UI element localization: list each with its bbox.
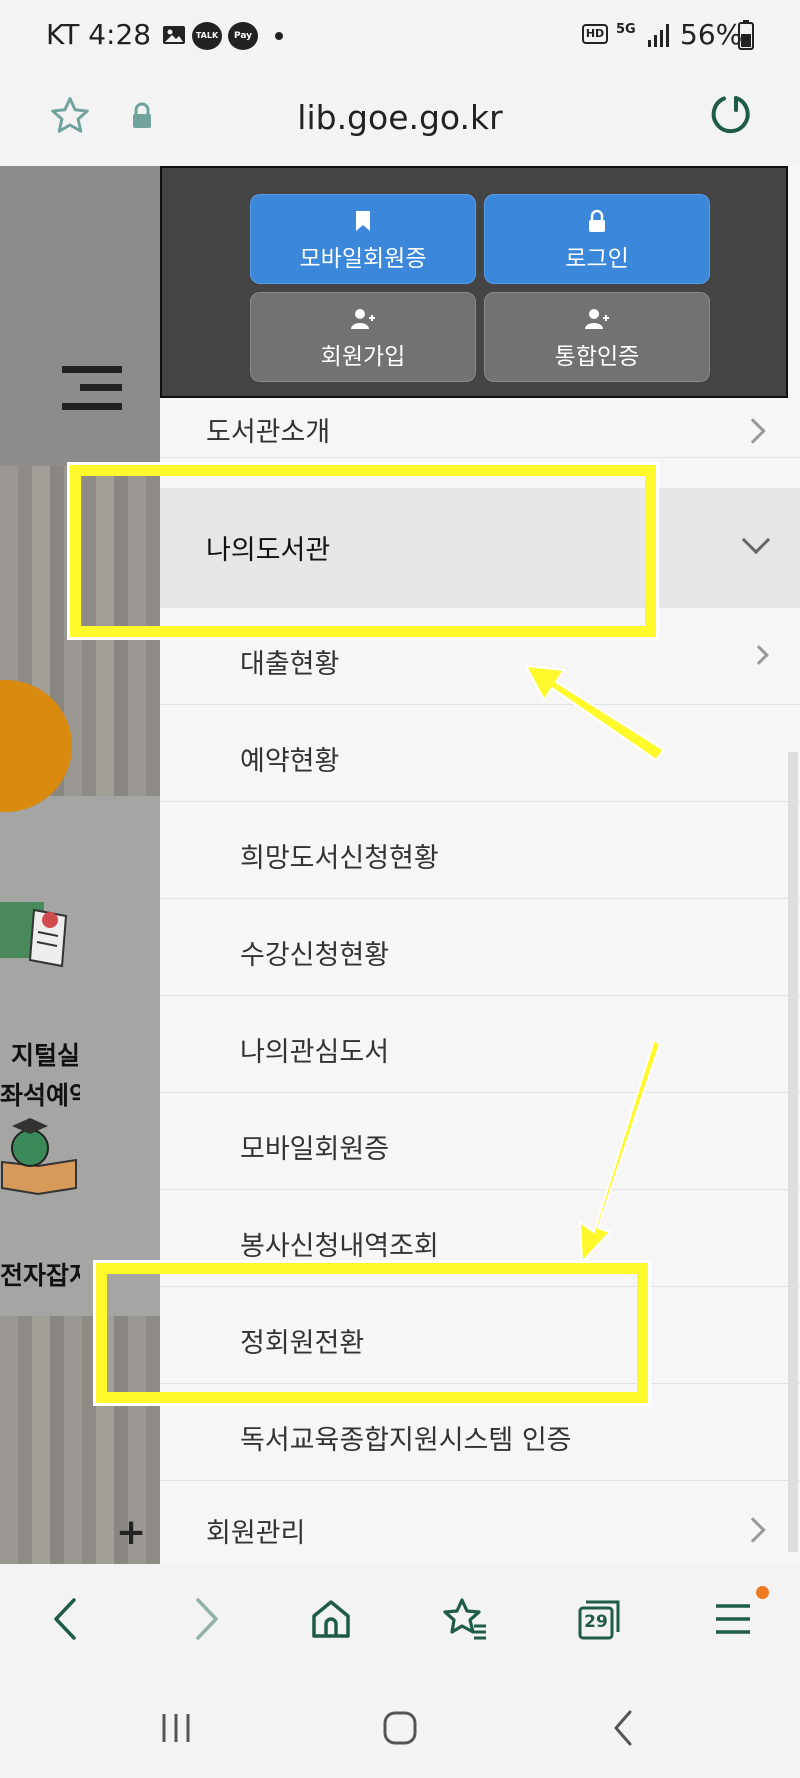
system-nav-bar xyxy=(0,1674,800,1778)
tabs-icon[interactable]: 29 xyxy=(576,1594,626,1644)
menu-notification-badge xyxy=(756,1586,769,1599)
menu-icon[interactable] xyxy=(708,1594,758,1644)
annotation-arrows xyxy=(524,664,666,1265)
home-icon[interactable] xyxy=(306,1594,356,1644)
recent-apps-icon[interactable] xyxy=(156,1708,196,1748)
forward-icon[interactable] xyxy=(180,1594,230,1644)
back-icon[interactable] xyxy=(42,1594,92,1644)
tab-count: 29 xyxy=(584,1612,608,1632)
back-nav-icon[interactable] xyxy=(604,1708,644,1748)
bookmarks-icon[interactable] xyxy=(440,1594,490,1644)
home-nav-icon[interactable] xyxy=(380,1708,420,1748)
browser-toolbar: 29 xyxy=(0,1564,800,1674)
